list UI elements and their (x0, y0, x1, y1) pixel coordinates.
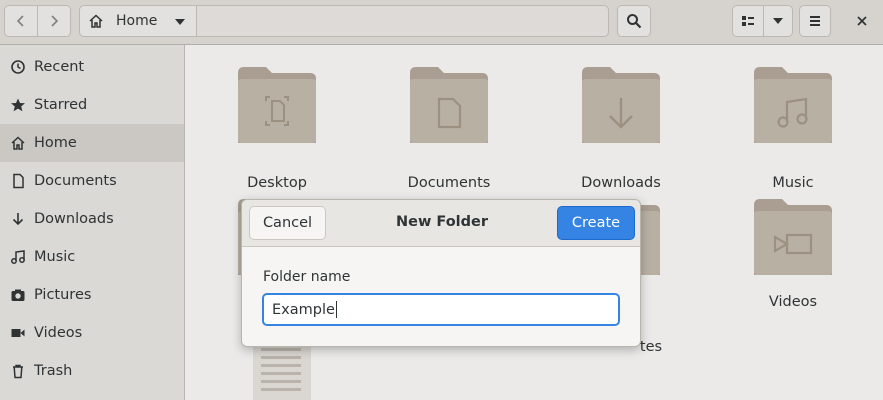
text-caret (335, 301, 337, 318)
dialog-title: New Folder (395, 214, 489, 230)
folder-name-input[interactable]: Example (262, 293, 620, 326)
create-button[interactable]: Create (557, 206, 635, 240)
cancel-button[interactable]: Cancel (249, 206, 326, 240)
new-folder-dialog: Cancel New Folder Create Folder name Exa… (241, 199, 641, 347)
dialog-header: Cancel New Folder Create (242, 200, 640, 247)
folder-name-value: Example (272, 301, 335, 318)
folder-name-label: Folder name (263, 269, 351, 285)
